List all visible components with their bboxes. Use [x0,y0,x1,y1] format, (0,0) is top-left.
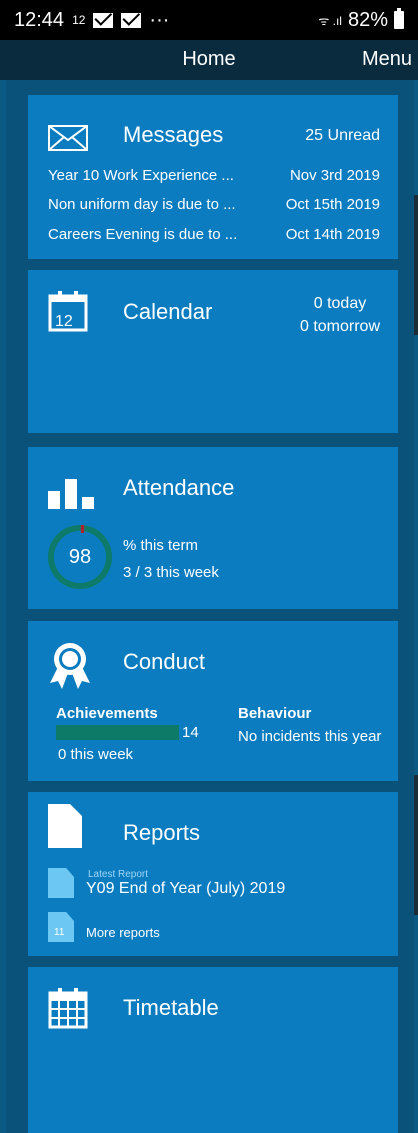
battery-level: 82% [347,8,388,31]
messages-title: Messages [123,122,224,147]
more-reports-count: 11 [54,927,65,938]
message-item[interactable]: Non uniform day is due to ... Oct 15th 2… [48,196,380,213]
behaviour-label: Behaviour [238,705,312,722]
messages-card[interactable]: Messages 25 Unread Year 10 Work Experien… [28,95,398,259]
more-reports-link[interactable]: More reports [86,925,160,940]
mail-icon [93,12,114,28]
conduct-title: Conduct [123,649,205,674]
bar-chart-icon [48,479,94,509]
message-subject: Careers Evening is due to ... [48,226,238,243]
more-notifications-icon: ··· [149,8,170,31]
timetable-icon [48,988,88,1029]
scroll-handle[interactable] [414,195,418,335]
message-date: Oct 14th 2019 [285,226,380,243]
calendar-card[interactable]: 12 Calendar 0 today 0 tomorrow [28,270,398,433]
unread-count: 25 Unread [305,127,380,144]
today-count: 0 today [313,295,367,312]
notification-count: 12 [72,13,86,27]
report-document-icon [48,868,74,898]
attendance-percent: 98 [68,545,92,568]
message-date: Nov 3rd 2019 [289,167,380,184]
timetable-card[interactable]: Timetable [28,967,398,1133]
envelope-icon [48,125,88,151]
page-title: Home [182,48,236,70]
message-subject: Non uniform day is due to ... [48,196,236,213]
scroll-handle[interactable] [414,775,418,915]
achievements-bar [56,725,179,740]
achievements-label: Achievements [56,705,158,722]
attendance-week: 3 / 3 this week [123,564,219,581]
mail-icon [121,12,142,28]
message-item[interactable]: Careers Evening is due to ... Oct 14th 2… [48,226,380,243]
attendance-title: Attendance [123,475,235,500]
reports-card[interactable]: Reports Latest Report Y09 End of Year (J… [28,792,398,956]
signal-icon: ᯤ .ıl [318,13,342,28]
award-ribbon-icon [50,643,90,689]
attendance-ring: 98 [48,525,112,589]
attendance-term-label: % this term [123,537,199,554]
achievements-week: 0 this week [58,746,134,763]
document-icon [48,804,82,848]
status-time: 12:44 [14,8,65,31]
timetable-title: Timetable [123,995,219,1020]
attendance-card[interactable]: Attendance 98 % this term 3 / 3 this wee… [28,447,398,609]
calendar-icon-day: 12 [55,313,73,330]
conduct-card[interactable]: Conduct Achievements Behaviour 14 No inc… [28,621,398,781]
battery-icon [394,8,404,29]
latest-report-link[interactable]: Y09 End of Year (July) 2019 [86,880,285,898]
tomorrow-count: 0 tomorrow [299,318,380,335]
message-date: Oct 15th 2019 [285,196,380,213]
top-navbar: Home Menu [0,40,418,80]
message-subject: Year 10 Work Experience ... [48,167,234,184]
calendar-title: Calendar [123,299,213,324]
calendar-counts: 0 today 0 tomorrow [300,292,380,338]
attendance-ring-marker [81,525,84,533]
message-item[interactable]: Year 10 Work Experience ... Nov 3rd 2019 [48,167,380,184]
behaviour-value: No incidents this year [238,728,382,745]
menu-button[interactable]: Menu [362,48,412,71]
reports-title: Reports [123,820,201,845]
status-bar: 12:44 12 ··· ᯤ .ıl 82% [0,0,418,40]
latest-report-label: Latest Report [88,869,149,880]
dashboard: Messages 25 Unread Year 10 Work Experien… [6,80,414,1133]
achievements-value: 14 [182,724,199,741]
